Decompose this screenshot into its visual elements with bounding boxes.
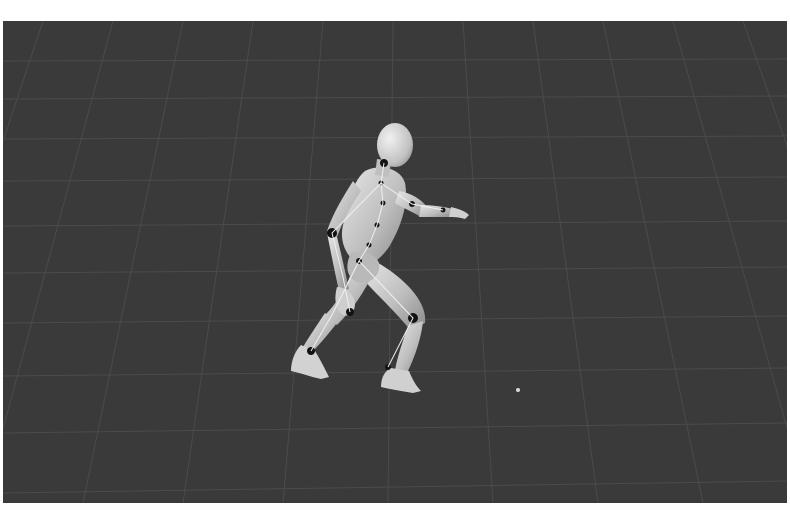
viewport-background [3, 21, 787, 503]
origin-point-icon [516, 388, 520, 392]
3d-viewport[interactable] [3, 21, 787, 503]
blender-window [0, 0, 790, 526]
viewport-canvas[interactable] [3, 21, 787, 503]
